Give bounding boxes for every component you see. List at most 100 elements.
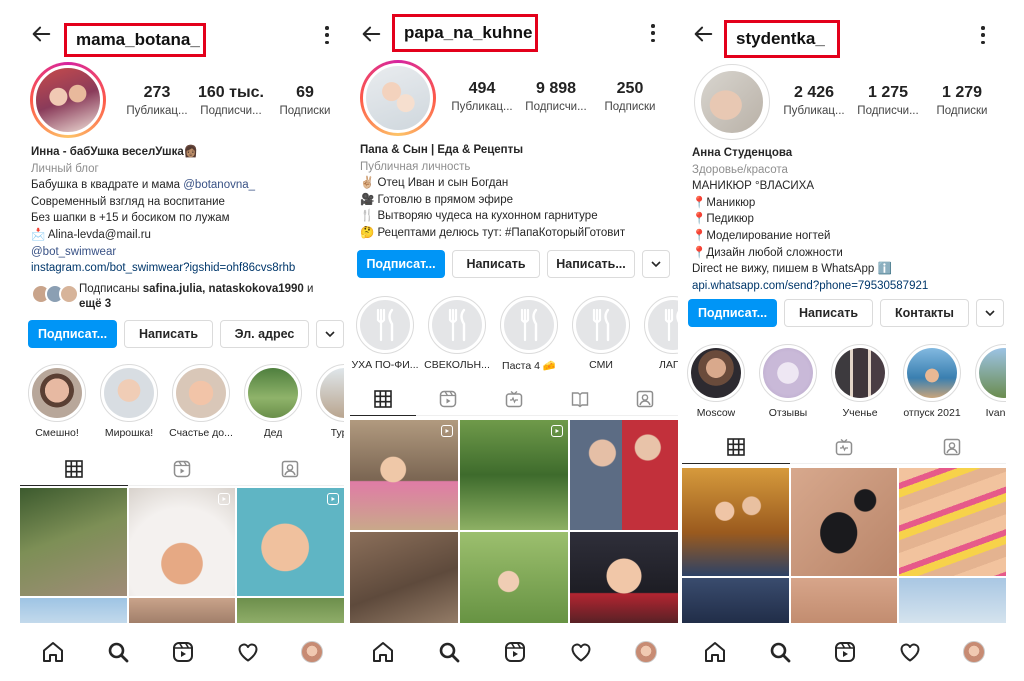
profile-category: Публичная личность xyxy=(360,160,471,173)
more-options-icon[interactable] xyxy=(650,24,656,42)
tab-igtv[interactable] xyxy=(481,382,547,415)
highlight-item[interactable]: Moscow xyxy=(682,344,752,419)
profile-actions: Подписат... Написать Контакты xyxy=(688,299,1004,327)
following-stat[interactable]: 250 Подписки xyxy=(593,80,667,113)
suggested-toggle-button[interactable] xyxy=(976,299,1004,327)
bio-line: 🍴 Вытворяю чудеса на кухонном гарнитуре xyxy=(360,210,598,223)
follow-button[interactable]: Подписат... xyxy=(28,320,117,348)
followed-by[interactable]: Подписаны safina.julia, nataskokova1990 … xyxy=(31,282,341,312)
back-arrow-icon[interactable] xyxy=(30,23,52,45)
more-options-icon[interactable] xyxy=(980,26,986,44)
message-button[interactable]: Написать xyxy=(784,299,873,327)
heart-icon[interactable] xyxy=(569,640,593,664)
post-thumbnail[interactable] xyxy=(790,468,898,576)
tab-grid[interactable] xyxy=(682,430,790,464)
post-thumbnail[interactable] xyxy=(570,420,678,530)
tab-reels[interactable] xyxy=(128,452,236,485)
search-icon[interactable] xyxy=(106,640,130,664)
tab-tagged[interactable] xyxy=(898,430,1006,463)
post-thumbnail[interactable] xyxy=(237,488,344,596)
bio-website-link[interactable]: instagram.com/bot_swimwear?igshid=ohf86c… xyxy=(31,260,336,277)
profile-avatar[interactable] xyxy=(30,62,106,138)
back-arrow-icon[interactable] xyxy=(360,23,382,45)
profile-screen-mama-botana: mama_botana_ 273 Публикац... 160 тыс. Подп… xyxy=(20,0,344,681)
posts-stat[interactable]: 273 Публикац... xyxy=(120,84,194,117)
highlight-item[interactable]: УХА ПО-ФИ... xyxy=(350,296,421,372)
reels-icon[interactable] xyxy=(171,640,195,664)
post-thumbnail[interactable] xyxy=(682,468,789,576)
highlight-item[interactable]: Ivanovo xyxy=(968,344,1006,419)
message-button[interactable]: Написать xyxy=(452,250,540,278)
highlight-item[interactable]: Счастье до... xyxy=(165,364,237,439)
heart-icon[interactable] xyxy=(898,640,922,664)
home-icon[interactable] xyxy=(41,640,65,664)
bio-line: 📍Маникюр xyxy=(692,196,756,209)
chevron-down-icon xyxy=(325,331,335,338)
post-thumbnail[interactable] xyxy=(899,468,1006,576)
post-thumbnail[interactable] xyxy=(128,488,236,596)
profile-avatar[interactable] xyxy=(301,641,324,663)
highlight-item[interactable]: Ученье xyxy=(824,344,896,419)
home-icon[interactable] xyxy=(703,640,727,664)
profile-avatar[interactable] xyxy=(360,60,436,136)
highlight-item[interactable]: СВЕКОЛЬН... xyxy=(421,296,493,372)
bio-website-link[interactable]: api.whatsapp.com/send?phone=79530587921 xyxy=(692,278,1002,295)
contact-button[interactable]: Написать... xyxy=(547,250,635,278)
followed-by-names: safina.julia, nataskokova1990 xyxy=(142,283,304,295)
more-options-icon[interactable] xyxy=(324,26,330,44)
posts-stat[interactable]: 2 426 Публикац... xyxy=(777,84,851,117)
follow-button[interactable]: Подписат... xyxy=(688,299,777,327)
posts-stat[interactable]: 494 Публикац... xyxy=(445,80,519,113)
highlight-item[interactable]: Мирошка! xyxy=(93,364,165,439)
contacts-button[interactable]: Контакты xyxy=(880,299,969,327)
tab-tagged[interactable] xyxy=(612,382,678,415)
post-thumbnail[interactable] xyxy=(460,420,568,530)
bio-mention-link[interactable]: @botanovna_ xyxy=(183,179,255,191)
post-thumbnail[interactable] xyxy=(899,578,1006,628)
following-stat[interactable]: 1 279 Подписки xyxy=(925,84,999,117)
tab-grid[interactable] xyxy=(20,452,128,486)
tab-tagged[interactable] xyxy=(236,452,344,485)
reels-icon[interactable] xyxy=(833,640,857,664)
search-icon[interactable] xyxy=(768,640,792,664)
heart-icon[interactable] xyxy=(236,640,260,664)
post-thumbnail[interactable] xyxy=(350,420,458,530)
back-arrow-icon[interactable] xyxy=(692,23,714,45)
message-button[interactable]: Написать xyxy=(124,320,213,348)
followers-stat[interactable]: 9 898 Подписчи... xyxy=(519,80,593,113)
highlight-item[interactable]: СМИ xyxy=(565,296,637,372)
following-stat[interactable]: 69 Подписки xyxy=(268,84,342,117)
highlight-item[interactable]: Дед xyxy=(237,364,309,439)
follow-button[interactable]: Подписат... xyxy=(357,250,445,278)
tab-igtv[interactable] xyxy=(790,430,898,463)
highlight-item[interactable]: Паста 4 🧀 xyxy=(493,296,565,372)
email-button[interactable]: Эл. адрес xyxy=(220,320,309,348)
profile-avatar[interactable] xyxy=(963,641,986,663)
suggested-toggle-button[interactable] xyxy=(316,320,344,348)
highlight-item[interactable]: Отзывы xyxy=(752,344,824,419)
highlight-item[interactable]: ЛАГМ xyxy=(637,296,678,372)
profile-bio: Инна - бабУшка веселУшка👩🏽 Личный блог Б… xyxy=(31,144,336,277)
highlight-item[interactable]: Турци xyxy=(309,364,344,439)
search-icon[interactable] xyxy=(437,640,461,664)
profile-avatar[interactable] xyxy=(694,64,770,140)
posts-count: 494 xyxy=(468,80,496,97)
home-icon[interactable] xyxy=(371,640,395,664)
suggested-toggle-button[interactable] xyxy=(642,250,670,278)
tab-guides[interactable] xyxy=(547,382,613,415)
post-thumbnail[interactable] xyxy=(682,578,789,628)
followers-stat[interactable]: 160 тыс. Подписчи... xyxy=(194,84,268,117)
bio-mention-link[interactable]: @bot_swimwear xyxy=(31,244,336,261)
profile-avatar[interactable] xyxy=(635,641,657,663)
tab-grid[interactable] xyxy=(350,382,416,416)
following-label: Подписки xyxy=(279,105,331,117)
tab-reels[interactable] xyxy=(416,382,482,415)
bio-line: 🤔 Рецептами делюсь тут: #ПапаКоторыйГото… xyxy=(360,226,626,239)
post-thumbnail[interactable] xyxy=(790,578,898,628)
followers-stat[interactable]: 1 275 Подписчи... xyxy=(851,84,925,117)
highlight-item[interactable]: отпуск 2021 xyxy=(896,344,968,419)
profile-tabs xyxy=(682,430,1006,464)
highlight-item[interactable]: Смешно! xyxy=(21,364,93,439)
post-thumbnail[interactable] xyxy=(20,488,127,596)
reels-icon[interactable] xyxy=(503,640,527,664)
